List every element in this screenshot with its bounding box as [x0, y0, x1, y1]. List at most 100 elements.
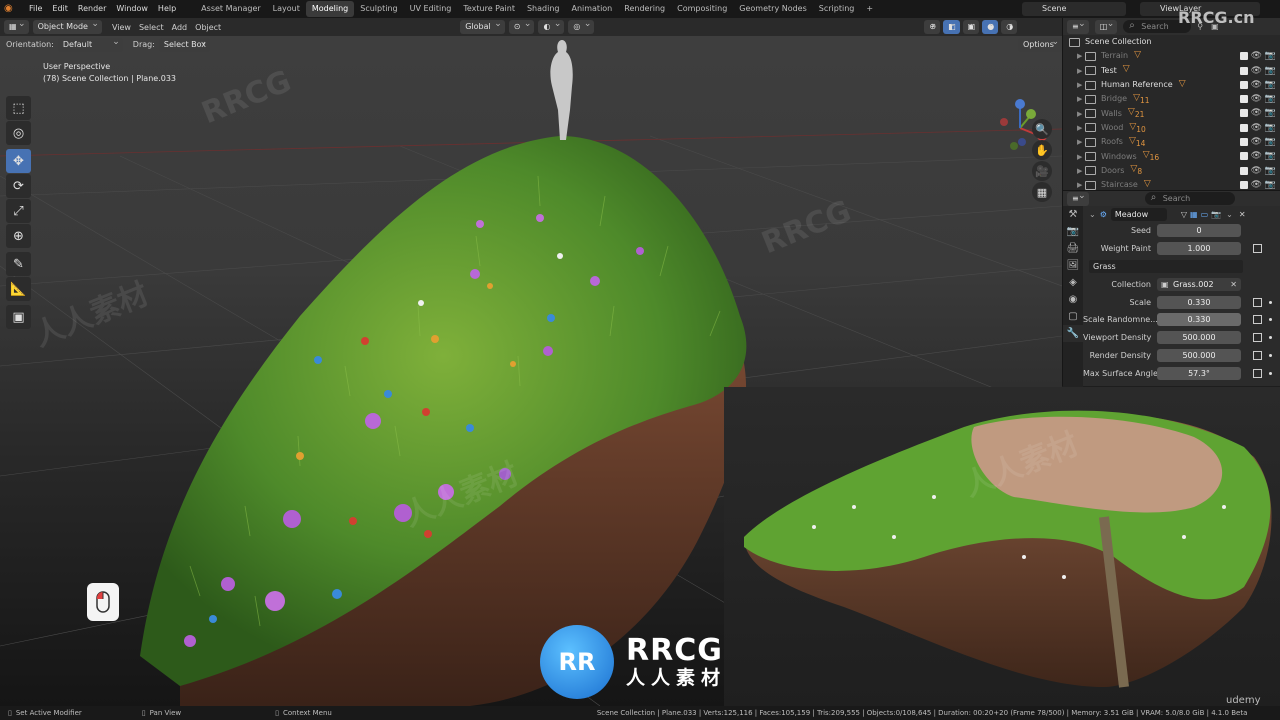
properties-search-input[interactable]: Search [1144, 191, 1235, 205]
menu-add[interactable]: Add [168, 23, 192, 32]
display-mode-icon[interactable]: ◫ [1094, 17, 1118, 34]
tab-compositing[interactable]: Compositing [671, 1, 733, 17]
tab-animation[interactable]: Animation [565, 1, 618, 17]
editor-type-icon[interactable]: ▦ [4, 17, 29, 34]
menu-select[interactable]: Select [135, 23, 168, 32]
camera-icon[interactable]: 📷 [1265, 121, 1276, 135]
camera-icon[interactable]: 📷 [1265, 149, 1276, 163]
snap-toggle[interactable]: ◐ [538, 17, 565, 34]
scale-randomness-keyframe-icon[interactable] [1253, 315, 1262, 325]
shading-solid-button[interactable]: ● [982, 17, 999, 34]
outliner-row[interactable]: ▶ Roofs ▽14 👁 📷 [1063, 135, 1280, 149]
exclude-checkbox[interactable] [1240, 180, 1248, 189]
eye-icon[interactable]: 👁 [1251, 106, 1262, 120]
render-tab-icon[interactable]: 📷 [1063, 223, 1083, 240]
exclude-checkbox[interactable] [1240, 66, 1248, 75]
weight-paint-field[interactable]: 1.000 [1157, 242, 1241, 256]
menu-file[interactable]: File [24, 0, 47, 18]
eye-icon[interactable]: 👁 [1251, 164, 1262, 178]
expand-arrow-icon[interactable]: ▶ [1077, 164, 1085, 178]
tab-modeling[interactable]: Modeling [305, 1, 355, 17]
orientation-dropdown[interactable]: Default [57, 35, 123, 52]
overlay-toggle[interactable]: ◧ [943, 17, 960, 34]
viewport-density-dot-icon[interactable] [1269, 336, 1272, 340]
menu-edit[interactable]: Edit [47, 0, 73, 18]
properties-editor-icon[interactable]: ≡ [1067, 189, 1089, 206]
expand-arrow-icon[interactable]: ▶ [1077, 121, 1085, 135]
modifier-menu-icon[interactable]: ⌄ [1226, 210, 1233, 219]
zoom-icon[interactable]: 🔍 [1032, 119, 1052, 139]
max-surface-angle-dot-icon[interactable] [1269, 371, 1272, 375]
outliner-row[interactable]: ▶ Doors ▽8 👁 📷 [1063, 164, 1280, 178]
expand-arrow-icon[interactable]: ▶ [1077, 64, 1085, 78]
menu-view[interactable]: View [108, 23, 135, 32]
eye-icon[interactable]: 👁 [1251, 135, 1262, 149]
measure-tool-icon[interactable]: 📐 [6, 277, 31, 301]
modifier-name-field[interactable]: Meadow [1110, 207, 1167, 221]
mode-selector[interactable]: Object Mode [32, 17, 102, 34]
exclude-checkbox[interactable] [1240, 123, 1248, 132]
blender-logo-icon[interactable]: ◉ [4, 3, 20, 15]
camera-view-icon[interactable]: 🎥 [1032, 161, 1052, 181]
select-box-tool-icon[interactable]: ⬚ [6, 96, 31, 120]
exclude-checkbox[interactable] [1240, 80, 1248, 89]
rotate-tool-icon[interactable]: ⟳ [6, 174, 31, 198]
render-density-dot-icon[interactable] [1269, 353, 1272, 357]
eye-icon[interactable]: 👁 [1251, 121, 1262, 135]
tab-asset-manager[interactable]: Asset Manager [195, 1, 266, 17]
output-tab-icon[interactable]: 🖨 [1063, 240, 1083, 257]
cursor-tool-icon[interactable]: ◎ [6, 121, 31, 145]
gizmo-toggle[interactable]: ⊕ [924, 17, 941, 34]
menu-object[interactable]: Object [191, 23, 225, 32]
remove-modifier-icon[interactable]: ✕ [1239, 210, 1246, 219]
add-workspace-button[interactable]: + [860, 1, 879, 17]
collection-field[interactable]: ▣ Grass.002 ✕ [1157, 277, 1241, 291]
tab-uv-editing[interactable]: UV Editing [404, 1, 458, 17]
expand-arrow-icon[interactable]: ▶ [1077, 135, 1085, 149]
max-surface-angle-keyframe-icon[interactable] [1253, 368, 1262, 378]
shading-material-button[interactable]: ◑ [1001, 17, 1018, 34]
menu-render[interactable]: Render [73, 0, 111, 18]
menu-help[interactable]: Help [153, 0, 181, 18]
outliner-row[interactable]: ▶ Terrain ▽ 👁 📷 [1063, 49, 1280, 63]
tab-texture-paint[interactable]: Texture Paint [457, 1, 521, 17]
annotate-tool-icon[interactable]: ✎ [6, 252, 31, 276]
camera-icon[interactable]: 📷 [1265, 92, 1276, 106]
render-density-field[interactable]: 500.000 [1157, 348, 1241, 362]
pivot-point-dropdown[interactable]: ⊙ [508, 17, 535, 34]
eye-icon[interactable]: 👁 [1251, 92, 1262, 106]
exclude-checkbox[interactable] [1240, 166, 1248, 175]
outliner-row[interactable]: ▶ Windows ▽16 👁 📷 [1063, 149, 1280, 163]
perspective-grid-icon[interactable]: ▦ [1032, 182, 1052, 202]
expand-arrow-icon[interactable]: ▶ [1077, 92, 1085, 106]
proportional-editing-toggle[interactable]: ◎ [568, 17, 595, 34]
pan-hand-icon[interactable]: ✋ [1032, 140, 1052, 160]
eye-icon[interactable]: 👁 [1251, 78, 1262, 92]
add-cube-tool-icon[interactable]: ▣ [6, 305, 31, 329]
exclude-checkbox[interactable] [1240, 138, 1248, 147]
tool-tab-icon[interactable]: ⚒ [1063, 206, 1083, 223]
cage-toggle-icon[interactable]: ▦ [1190, 210, 1198, 219]
edit-mode-toggle-icon[interactable]: ▽ [1181, 210, 1187, 219]
viewport-toggle-icon[interactable]: ▭ [1201, 210, 1209, 219]
render-density-keyframe-icon[interactable] [1253, 350, 1262, 360]
camera-icon[interactable]: 📷 [1265, 78, 1276, 92]
expand-arrow-icon[interactable]: ▶ [1077, 49, 1085, 63]
outliner-row[interactable]: ▶ Test ▽ 👁 📷 [1063, 64, 1280, 78]
render-toggle-icon[interactable]: 📷 [1211, 210, 1221, 219]
max-surface-angle-field[interactable]: 57.3° [1157, 366, 1241, 380]
tab-geometry-nodes[interactable]: Geometry Nodes [733, 1, 812, 17]
menu-window[interactable]: Window [111, 0, 153, 18]
scene-selector[interactable]: Scene [1022, 2, 1126, 16]
xray-toggle[interactable]: ▣ [962, 17, 980, 34]
camera-icon[interactable]: 📷 [1265, 106, 1276, 120]
outliner-editor-icon[interactable]: ≡ [1067, 17, 1089, 34]
expand-arrow-icon[interactable]: ▶ [1077, 107, 1085, 121]
object-tab-icon[interactable]: ▢ [1063, 308, 1083, 325]
transform-orientation-dropdown[interactable]: Global [460, 17, 505, 34]
exclude-checkbox[interactable] [1240, 109, 1248, 118]
tab-rendering[interactable]: Rendering [618, 1, 671, 17]
scale-dot-icon[interactable] [1269, 300, 1272, 304]
camera-icon[interactable]: 📷 [1265, 64, 1276, 78]
camera-icon[interactable]: 📷 [1265, 49, 1276, 63]
